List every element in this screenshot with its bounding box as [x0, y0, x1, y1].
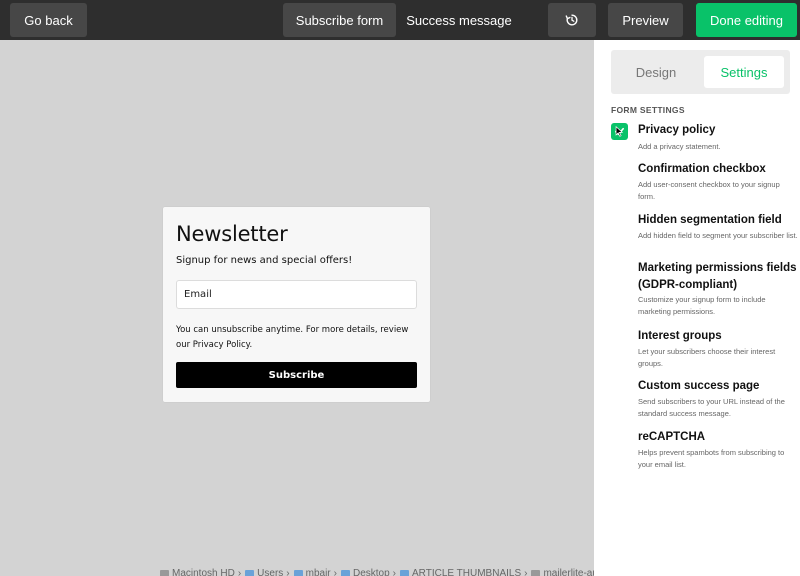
option-desc: Add user-consent checkbox to your signup… [638, 180, 780, 201]
settings-sidebar: Design Settings FORM SETTINGS Privacy po… [594, 40, 800, 576]
custom-success-page-toggle[interactable] [611, 379, 628, 396]
option-desc: Let your subscribers choose their intere… [638, 347, 776, 368]
form-subtitle: Signup for news and special offers! [176, 255, 353, 266]
folder-icon [245, 570, 255, 576]
disk-icon [160, 570, 169, 576]
success-message-tab[interactable]: Success message [398, 3, 520, 37]
option-desc: Customize your signup form to include ma… [638, 295, 766, 316]
design-settings-toggle: Design Settings [611, 50, 790, 94]
editor-canvas: Newsletter Signup for news and special o… [0, 40, 594, 576]
hidden-segmentation-toggle[interactable] [611, 213, 628, 230]
folder-icon [293, 570, 303, 576]
history-icon [565, 14, 578, 26]
subscribe-form-tab[interactable]: Subscribe form [283, 3, 396, 37]
option-title: Marketing permissions fields (GDPR-compl… [638, 262, 797, 291]
path-segment: Desktop › [340, 568, 396, 576]
option-desc: Helps prevent spambots from subscribing … [638, 448, 785, 469]
section-label: FORM SETTINGS [611, 105, 685, 115]
finder-path-bar: Macintosh HD › Users › mbair › Desktop ›… [160, 566, 594, 576]
folder-icon [340, 570, 350, 576]
go-back-button[interactable]: Go back [10, 3, 87, 37]
option-title: Interest groups [638, 330, 722, 342]
option-title: Hidden segmentation field [638, 214, 782, 226]
form-note: You can unsubscribe anytime. For more de… [176, 325, 409, 350]
mouse-cursor-icon [615, 126, 624, 137]
tab-settings[interactable]: Settings [704, 56, 784, 88]
path-segment: mbair › [293, 568, 337, 576]
tab-design[interactable]: Design [617, 56, 695, 88]
option-desc: Send subscribers to your URL instead of … [638, 397, 785, 418]
path-segment: ARTICLE THUMBNAILS › [400, 568, 527, 576]
email-input[interactable]: Email [176, 280, 417, 309]
preview-button[interactable]: Preview [608, 3, 683, 37]
path-segment: mailerlite-autoresponder-review.webp [531, 568, 594, 576]
interest-groups-toggle[interactable] [611, 329, 628, 346]
privacy-policy-checkbox[interactable] [611, 123, 628, 140]
option-title: Confirmation checkbox [638, 163, 766, 175]
top-toolbar: Go back Subscribe form Success message P… [0, 0, 800, 40]
form-title: Newsletter [176, 222, 288, 246]
file-icon [531, 570, 541, 576]
option-title: reCAPTCHA [638, 431, 706, 443]
path-segment: Users › [245, 568, 290, 576]
folder-icon [400, 570, 410, 576]
option-title: Privacy policy [638, 124, 716, 136]
signup-form-card[interactable]: Newsletter Signup for news and special o… [163, 207, 430, 402]
option-title: Custom success page [638, 380, 760, 392]
option-desc: Add a privacy statement. [638, 142, 721, 151]
history-button[interactable] [548, 3, 596, 37]
path-segment: Macintosh HD › [160, 568, 241, 576]
option-desc: Add hidden field to segment your subscri… [638, 231, 798, 240]
recaptcha-toggle[interactable] [611, 430, 628, 447]
done-editing-button[interactable]: Done editing [696, 3, 797, 37]
confirmation-checkbox-toggle[interactable] [611, 162, 628, 179]
subscribe-button[interactable]: Subscribe [176, 362, 417, 388]
marketing-permissions-toggle[interactable] [611, 261, 628, 278]
